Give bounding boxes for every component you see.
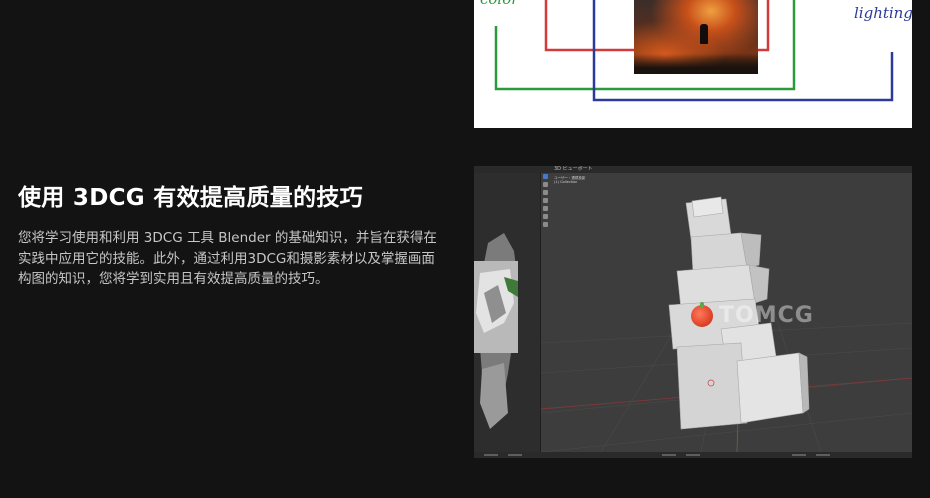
- tomato-logo-icon: [691, 301, 713, 327]
- status-item: [792, 454, 806, 456]
- feature-description: 您将学习使用和利用 3DCG 工具 Blender 的基础知识，并旨在获得在 实…: [18, 228, 466, 290]
- artwork-foreground: [634, 54, 758, 74]
- rotate-tool-icon[interactable]: [543, 198, 548, 203]
- handwritten-note-lighting: lighting: [854, 4, 912, 22]
- blender-side-preview: [474, 173, 541, 452]
- description-line: 您将学习使用和利用 3DCG 工具 Blender 的基础知识，并旨在获得在: [18, 230, 437, 246]
- status-item: [508, 454, 522, 456]
- status-item: [686, 454, 700, 456]
- viewport-header-label: 3D ビューポート: [554, 166, 593, 172]
- blender-top-bar: [474, 166, 912, 173]
- handwritten-note-color: color: [480, 0, 518, 8]
- blender-screenshot: TOMCG 3D ビューポート ユーザー・透視投影 (1) Collection: [474, 166, 912, 458]
- viewport-info-line: (1) Collection: [554, 180, 578, 184]
- artwork-figure: [700, 24, 708, 44]
- annotate-tool-icon[interactable]: [543, 222, 548, 227]
- blender-status-bar: [474, 452, 912, 458]
- description-line: 实践中应用它的技能。此外，通过利用3DCG和摄影素材以及掌握画面: [18, 250, 435, 267]
- scale-tool-icon[interactable]: [543, 206, 548, 211]
- move-tool-icon[interactable]: [543, 190, 548, 195]
- cursor-tool-icon[interactable]: [543, 182, 548, 187]
- reference-artwork-image: [634, 0, 758, 74]
- viewport-info-overlay: ユーザー・透視投影 (1) Collection: [554, 176, 585, 184]
- transform-tool-icon[interactable]: [543, 214, 548, 219]
- watermark-text: TOMCG: [719, 303, 814, 328]
- status-item: [484, 454, 498, 456]
- composition-whiteboard: color lighting: [474, 0, 912, 128]
- blender-toolbar: [542, 174, 549, 234]
- tomcg-watermark: TOMCG: [691, 301, 814, 328]
- status-item: [816, 454, 830, 456]
- status-item: [662, 454, 676, 456]
- feature-title: 使用 3DCG 有效提高质量的技巧: [18, 185, 363, 211]
- description-line: 构图的知识，您将学到实用且有效提高质量的技巧。: [18, 271, 329, 287]
- select-tool-icon[interactable]: [543, 174, 548, 179]
- blender-3d-viewport[interactable]: TOMCG: [541, 173, 912, 452]
